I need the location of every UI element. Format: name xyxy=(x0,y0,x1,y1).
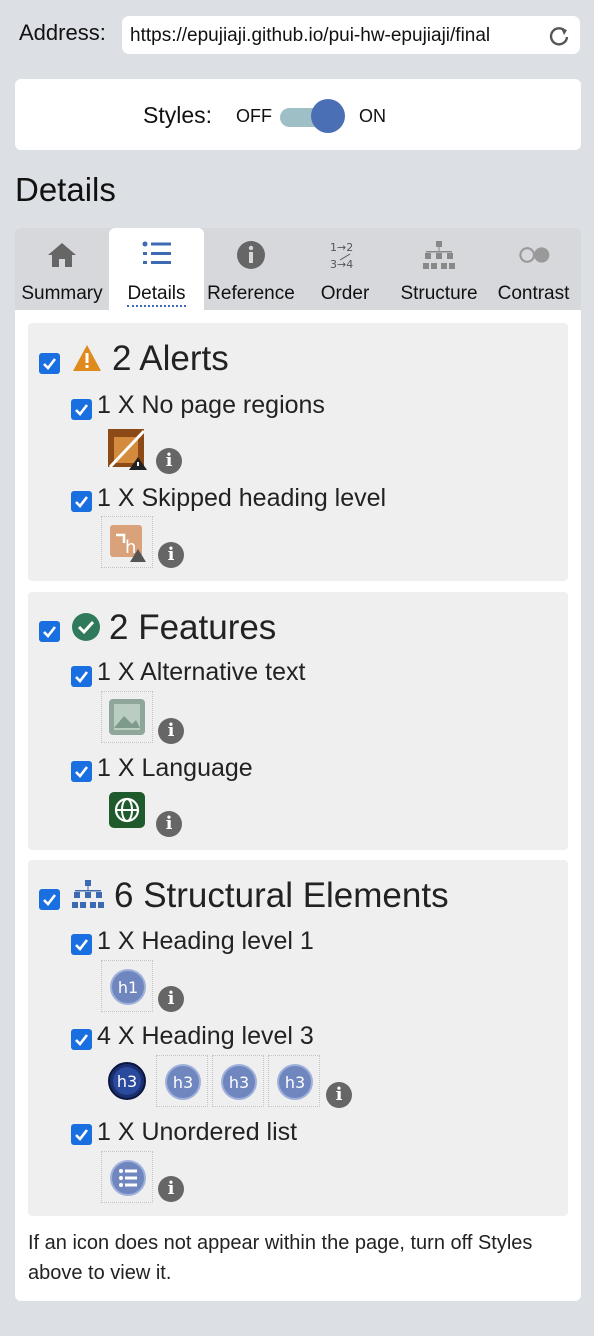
styles-toggle[interactable] xyxy=(311,99,345,133)
item-checkbox[interactable] xyxy=(71,1029,92,1050)
section-title: 6 Structural Elements xyxy=(114,876,449,915)
svg-text:3→4: 3→4 xyxy=(330,258,353,270)
heading-3-thumb[interactable]: h3 xyxy=(268,1055,320,1107)
info-icon xyxy=(237,241,265,269)
alt-text-thumb[interactable] xyxy=(101,691,153,743)
heading-badge: h3 xyxy=(165,1064,201,1100)
tab-label: Details xyxy=(127,283,186,307)
heading-badge-label: h3 xyxy=(117,1072,137,1091)
heading-badge-label: h3 xyxy=(229,1073,249,1092)
heading-3-thumb[interactable]: h3 xyxy=(156,1055,208,1107)
info-icon[interactable]: i xyxy=(326,1082,352,1108)
svg-text:1→2: 1→2 xyxy=(330,241,353,254)
tab-label: Reference xyxy=(207,283,295,304)
heading-badge: h3 xyxy=(221,1064,257,1100)
item-checkbox[interactable] xyxy=(71,761,92,782)
heading-badge-label: h3 xyxy=(173,1073,193,1092)
info-icon[interactable]: i xyxy=(158,986,184,1012)
item-label: 1 X Language xyxy=(97,754,253,782)
address-bar: Address: https://epujiaji.github.io/pui-… xyxy=(0,14,594,56)
address-label: Address: xyxy=(19,20,106,45)
item-label: 1 X Alternative text xyxy=(97,658,306,686)
item-label: 1 X Skipped heading level xyxy=(97,484,387,512)
list-icon xyxy=(110,1160,146,1196)
tab-label: Order xyxy=(320,283,370,304)
item-checkbox[interactable] xyxy=(71,491,92,512)
info-icon[interactable]: i xyxy=(158,718,184,744)
image-icon xyxy=(109,699,145,735)
styles-card: Styles: OFF ON xyxy=(15,79,581,150)
footnote: If an icon does not appear within the pa… xyxy=(28,1232,533,1284)
item-checkbox[interactable] xyxy=(71,399,92,420)
tab-contrast[interactable]: Contrast xyxy=(486,228,581,310)
warning-icon xyxy=(73,345,101,371)
heading-3-thumb[interactable]: h3 xyxy=(212,1055,264,1107)
tab-details[interactable]: Details xyxy=(109,228,204,310)
check-circle-icon xyxy=(72,613,100,641)
item-label: 1 X Heading level 1 xyxy=(97,927,314,955)
heading-badge[interactable]: h3 xyxy=(107,1061,147,1101)
home-icon xyxy=(48,243,76,267)
tab-label: Summary xyxy=(21,283,103,304)
no-regions-icon[interactable] xyxy=(106,427,148,471)
section-title: 2 Alerts xyxy=(112,339,229,378)
address-url[interactable]: https://epujiaji.github.io/pui-hw-epujia… xyxy=(130,25,540,47)
info-icon[interactable]: i xyxy=(156,448,182,474)
structure-icon xyxy=(423,241,455,269)
reload-icon[interactable] xyxy=(548,25,570,47)
heading-badge: h1 xyxy=(110,969,146,1005)
structural-section: 6 Structural Elements 1 X Heading level … xyxy=(28,860,568,1216)
tab-label: Contrast xyxy=(497,283,570,304)
alerts-section: 2 Alerts 1 X No page regions i 1 X Skipp… xyxy=(28,323,568,581)
tab-structure[interactable]: Structure xyxy=(392,228,486,310)
styles-off-label: OFF xyxy=(236,106,272,126)
tab-label: Structure xyxy=(400,283,478,304)
tab-bar: Summary Details Reference 1→2 3→4 Order xyxy=(15,228,581,310)
item-label: 4 X Heading level 3 xyxy=(97,1022,314,1050)
address-field[interactable]: https://epujiaji.github.io/pui-hw-epujia… xyxy=(122,16,580,54)
page-title: Details xyxy=(15,171,116,208)
item-label: 1 X No page regions xyxy=(97,391,325,419)
heading-badge: h3 xyxy=(277,1064,313,1100)
info-icon[interactable]: i xyxy=(156,811,182,837)
section-title: 2 Features xyxy=(109,608,277,647)
contrast-icon xyxy=(518,247,549,263)
details-panel: 2 Alerts 1 X No page regions i 1 X Skipp… xyxy=(15,310,581,1301)
globe-icon[interactable] xyxy=(108,791,146,829)
structural-checkbox[interactable] xyxy=(39,889,60,910)
tab-reference[interactable]: Reference xyxy=(204,228,298,310)
heading-badge-label: h1 xyxy=(118,978,138,997)
item-checkbox[interactable] xyxy=(71,666,92,687)
info-icon[interactable]: i xyxy=(158,542,184,568)
unordered-list-thumb[interactable] xyxy=(101,1151,153,1203)
skipped-heading-icon: h xyxy=(110,525,146,562)
order-icon: 1→2 3→4 xyxy=(330,241,353,270)
item-label: 1 X Unordered list xyxy=(97,1118,298,1146)
item-checkbox[interactable] xyxy=(71,1124,92,1145)
features-section: 2 Features 1 X Alternative text i 1 X La… xyxy=(28,592,568,850)
features-checkbox[interactable] xyxy=(39,621,60,642)
heading-1-thumb[interactable]: h1 xyxy=(101,960,153,1012)
styles-on-label: ON xyxy=(359,106,386,126)
skipped-heading-thumb[interactable]: h xyxy=(101,516,153,568)
heading-badge-label: h3 xyxy=(285,1073,305,1092)
tab-summary[interactable]: Summary xyxy=(15,228,109,310)
hierarchy-icon xyxy=(72,880,104,908)
item-checkbox[interactable] xyxy=(71,934,92,955)
tab-order[interactable]: 1→2 3→4 Order xyxy=(298,228,392,310)
styles-label: Styles: xyxy=(143,102,213,128)
info-icon[interactable]: i xyxy=(158,1176,184,1202)
list-icon xyxy=(142,241,171,264)
alerts-checkbox[interactable] xyxy=(39,353,60,374)
